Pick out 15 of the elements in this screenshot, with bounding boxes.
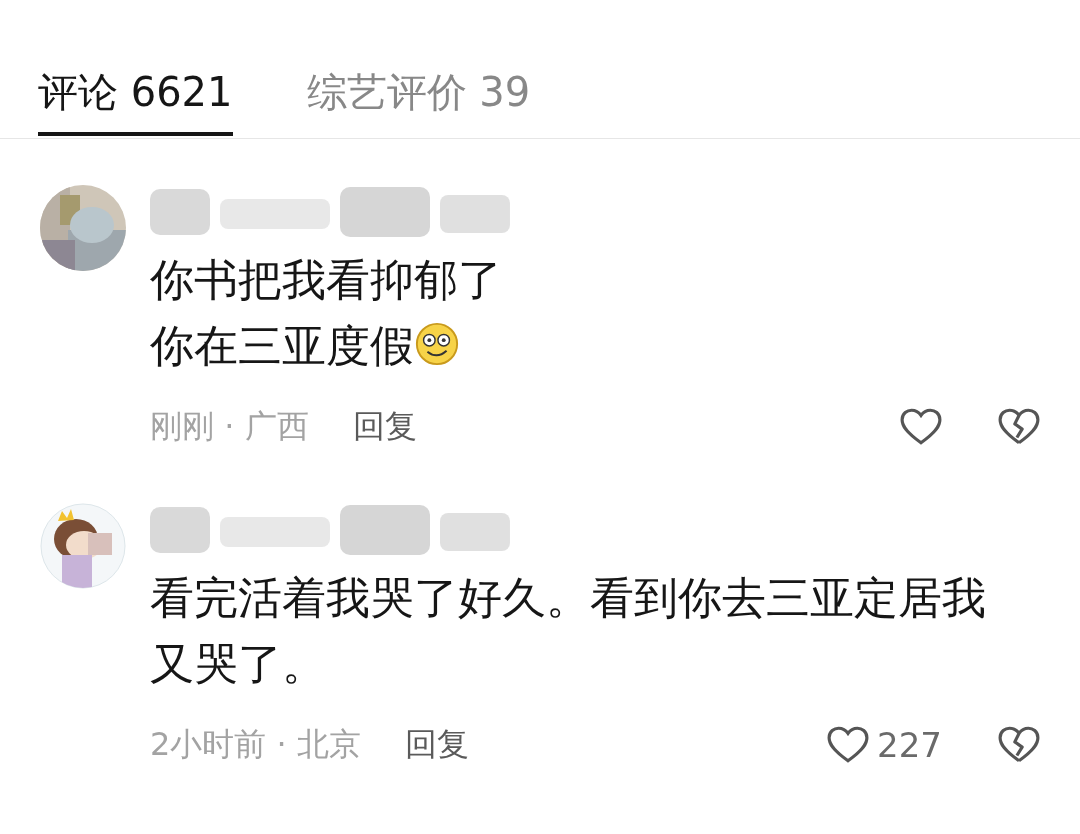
heart-icon: [900, 408, 942, 446]
time-location: 2小时前 · 北京: [150, 724, 361, 765]
like-button[interactable]: 227: [827, 725, 942, 765]
comment-text: 看完活着我哭了好久。看到你去三亚定居我又哭了。: [150, 571, 987, 691]
comment-text: 你在三亚度假: [150, 313, 1010, 379]
reply-link[interactable]: 回复: [404, 723, 469, 767]
like-button[interactable]: [900, 408, 942, 446]
time-location: 刚刚 · 广西: [150, 406, 309, 447]
broken-heart-icon[interactable]: [998, 726, 1040, 764]
tab[interactable]: 综艺评价 39: [306, 64, 531, 136]
tab[interactable]: 评论 6621: [38, 64, 233, 136]
comment-text: 你书把我看抑郁了: [150, 253, 503, 307]
heart-icon: [827, 726, 870, 764]
reply-link[interactable]: 回复: [352, 405, 417, 449]
broken-heart-icon[interactable]: [998, 408, 1040, 446]
